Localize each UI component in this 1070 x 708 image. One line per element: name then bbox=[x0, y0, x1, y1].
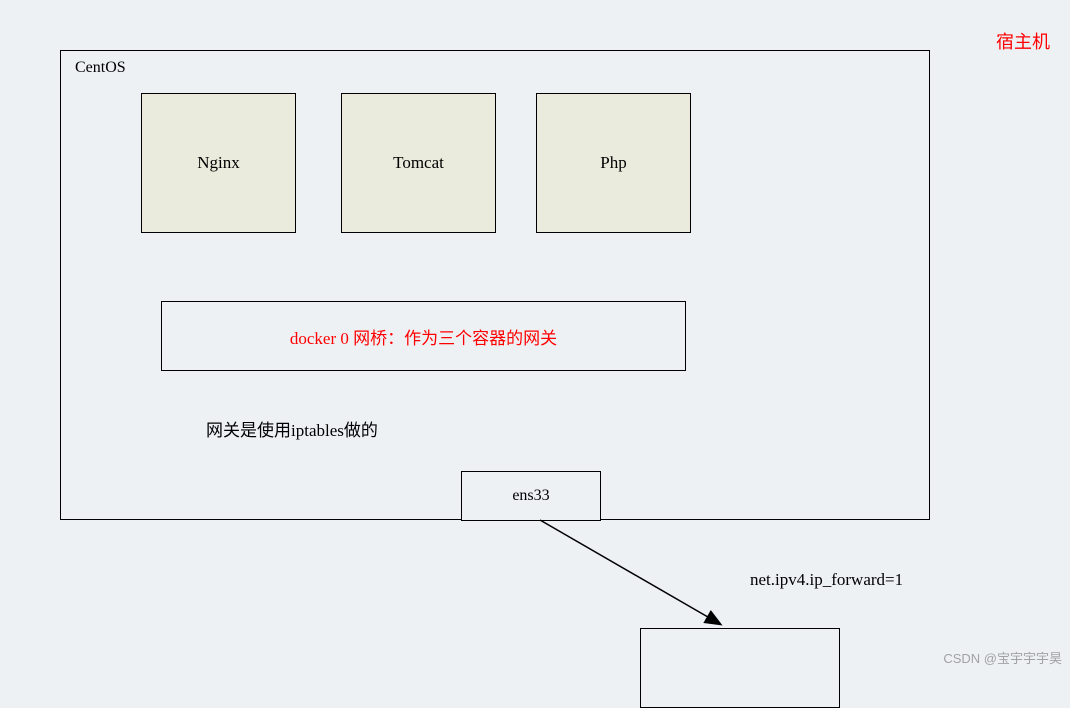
container-nginx: Nginx bbox=[141, 93, 296, 233]
container-php: Php bbox=[536, 93, 691, 233]
container-tomcat: Tomcat bbox=[341, 93, 496, 233]
target-box bbox=[640, 628, 840, 708]
centos-label: CentOS bbox=[75, 59, 126, 77]
host-machine-label: 宿主机 bbox=[996, 28, 1050, 54]
watermark: CSDN @宝宇宇宇昊 bbox=[943, 648, 1062, 667]
nic-ens33-box: ens33 bbox=[461, 471, 601, 521]
docker-bridge-box: docker 0 网桥：作为三个容器的网关 bbox=[161, 301, 686, 371]
centos-box: CentOS Nginx Tomcat Php docker 0 网桥：作为三个… bbox=[60, 50, 930, 520]
gateway-note: 网关是使用iptables做的 bbox=[206, 416, 378, 441]
ip-forward-label: net.ipv4.ip_forward=1 bbox=[750, 570, 903, 590]
